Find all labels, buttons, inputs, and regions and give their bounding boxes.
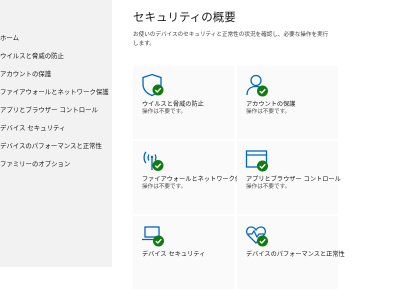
tile-virus-protection[interactable]: ウイルスと脅威の防止 操作は不要です。 [133,66,234,139]
tile-account-protection[interactable]: アカウントの保護 操作は不要です。 [237,66,338,139]
tile-title: デバイスのパフォーマンスと正常性 [246,251,345,258]
shield-icon [142,73,164,97]
tile-device-performance[interactable]: デバイスのパフォーマンスと正常性 [237,216,345,289]
tile-status: 操作は不要です。 [246,109,291,115]
sidebar-item-firewall[interactable]: ファイアウォールとネットワーク保護 [0,84,112,100]
ok-badge-icon [257,160,268,172]
tile-app-browser[interactable]: アプリとブラウザー コントロール 操作は不要です。 [237,141,341,214]
browser-window-icon [245,150,268,172]
tile-title: デバイス セキュリティ [142,251,206,258]
ok-badge-icon [153,235,164,247]
sidebar-item-device-performance[interactable]: デバイスのパフォーマンスと正常性 [0,138,112,154]
person-icon [246,74,268,97]
sidebar-item-device-security[interactable]: デバイス セキュリティ [0,120,112,136]
heart-pulse-icon [246,226,268,247]
wifi-antenna-icon [143,151,164,171]
ok-badge-icon [152,160,164,171]
page-description: お使いのデバイスのセキュリティと正常性の状況を確認し、必要な操作を実行します。 [133,32,329,47]
ok-badge-icon [257,85,268,97]
tile-status: 操作は不要です。 [142,184,187,190]
tile-firewall[interactable]: ファイアウォールとネットワーク保護 操作は不要です。 [133,141,247,214]
laptop-icon [142,226,164,247]
page-title: セキュリティの概要 [133,10,236,24]
sidebar-item-app-browser[interactable]: アプリとブラウザー コントロール [0,102,112,118]
tile-status: 操作は不要です。 [142,109,187,115]
sidebar: ホーム ウイルスと脅威の防止 アカウントの保護 ファイアウォールとネットワーク保… [0,0,112,267]
sidebar-item-home[interactable]: ホーム [0,30,112,46]
ok-badge-icon [152,84,164,96]
sidebar-item-virus-protection[interactable]: ウイルスと脅威の防止 [0,48,112,64]
tile-status: 操作は不要です。 [246,184,291,190]
sidebar-item-account-protection[interactable]: アカウントの保護 [0,66,112,82]
tile-device-security[interactable]: デバイス セキュリティ [133,216,234,289]
ok-badge-icon [257,235,268,247]
sidebar-item-family-options[interactable]: ファミリーのオプション [0,156,112,172]
